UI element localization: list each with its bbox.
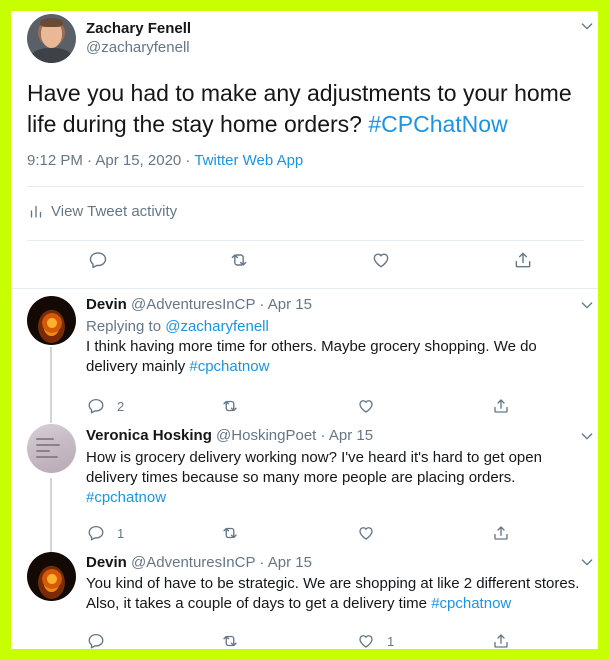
author-name[interactable]: Devin <box>86 296 127 313</box>
hashtag-link[interactable]: #CPChatNow <box>368 111 507 137</box>
like-button[interactable] <box>357 397 387 415</box>
share-icon <box>515 252 531 268</box>
tweet-thread-panel: Zachary Fenell @zacharyfenell Have you h… <box>11 11 598 649</box>
author-name[interactable]: Veronica Hosking <box>86 427 212 444</box>
chevron-down-icon[interactable] <box>579 428 595 444</box>
reply-count: 2 <box>117 398 125 414</box>
separator: · <box>316 427 329 444</box>
reply-tweet[interactable]: Devin @AdventuresInCP · Apr 15 Replying … <box>11 290 598 423</box>
like-icon <box>359 635 373 648</box>
reply-text: You kind of have to be strategic. We are… <box>86 575 580 612</box>
avatar[interactable] <box>27 296 76 345</box>
share-icon <box>494 526 508 540</box>
share-icon <box>494 634 508 648</box>
hashtag-link[interactable]: #cpchatnow <box>431 595 511 612</box>
reply-button[interactable]: 2 <box>87 397 124 415</box>
separator: · <box>255 296 268 313</box>
hashtag-link[interactable]: #cpchatnow <box>189 358 269 375</box>
share-button[interactable] <box>492 397 510 415</box>
retweet-button[interactable] <box>221 632 239 649</box>
like-icon <box>359 400 373 413</box>
reply-button[interactable] <box>87 632 117 649</box>
reply-icon <box>88 525 104 541</box>
divider <box>27 240 584 241</box>
reply-header: Devin @AdventuresInCP · Apr 15 <box>86 296 312 313</box>
reply-header: Devin @AdventuresInCP · Apr 15 <box>86 554 312 571</box>
reply-actions: 2 <box>11 397 598 419</box>
tweet-time[interactable]: 9:12 PM · Apr 15, 2020 · <box>27 152 194 169</box>
share-icon <box>494 399 508 413</box>
reply-button[interactable]: 1 <box>87 524 124 542</box>
replying-to: Replying to @zacharyfenell <box>86 318 269 335</box>
main-tweet: Zachary Fenell @zacharyfenell Have you h… <box>11 11 598 289</box>
tweet-activity-link[interactable]: View Tweet activity <box>27 202 177 220</box>
like-button[interactable]: 1 <box>357 632 394 649</box>
reply-count: 1 <box>117 525 125 541</box>
author-name[interactable]: Devin <box>86 554 127 571</box>
reply-button[interactable] <box>88 250 108 270</box>
chevron-down-icon[interactable] <box>579 18 595 34</box>
bar-chart-icon <box>30 205 42 218</box>
avatar[interactable] <box>27 14 76 63</box>
avatar[interactable] <box>27 552 76 601</box>
reply-header: Veronica Hosking @HoskingPoet · Apr 15 <box>86 427 373 444</box>
share-button[interactable] <box>492 524 510 542</box>
retweet-button[interactable] <box>229 250 249 270</box>
source-app-link[interactable]: Twitter Web App <box>194 152 303 169</box>
reply-time[interactable]: Apr 15 <box>268 554 312 571</box>
divider <box>27 186 584 187</box>
like-icon <box>359 527 373 540</box>
like-count: 1 <box>387 633 395 649</box>
reply-time[interactable]: Apr 15 <box>268 296 312 313</box>
retweet-icon <box>223 635 237 647</box>
hashtag-link[interactable]: #cpchatnow <box>86 489 166 506</box>
mention-link[interactable]: @zacharyfenell <box>165 318 269 335</box>
retweet-button[interactable] <box>221 397 239 415</box>
reply-tweet[interactable]: Devin @AdventuresInCP · Apr 15 You kind … <box>11 549 598 649</box>
like-button[interactable] <box>357 524 387 542</box>
reply-actions: 1 <box>11 524 598 546</box>
like-icon <box>373 253 389 268</box>
chevron-down-icon[interactable] <box>579 554 595 570</box>
reply-time[interactable]: Apr 15 <box>329 427 373 444</box>
author-handle[interactable]: @AdventuresInCP <box>131 296 255 313</box>
reply-text: How is grocery delivery working now? I'v… <box>86 449 542 506</box>
activity-label: View Tweet activity <box>51 202 178 220</box>
separator: · <box>255 554 268 571</box>
author-handle[interactable]: @zacharyfenell <box>86 39 190 56</box>
like-button[interactable] <box>371 250 391 270</box>
reply-tweet[interactable]: Veronica Hosking @HoskingPoet · Apr 15 H… <box>11 421 598 552</box>
retweet-icon <box>223 400 237 412</box>
author-handle[interactable]: @HoskingPoet <box>216 427 316 444</box>
avatar[interactable] <box>27 424 76 473</box>
author-handle[interactable]: @AdventuresInCP <box>131 554 255 571</box>
tweet-timestamp: 9:12 PM · Apr 15, 2020 · Twitter Web App <box>27 152 303 169</box>
chevron-down-icon[interactable] <box>579 297 595 313</box>
retweet-icon <box>231 254 247 266</box>
reply-text: Replying to @zacharyfenell I think havin… <box>86 317 582 377</box>
reply-actions: 1 <box>11 632 598 649</box>
share-button[interactable] <box>513 250 533 270</box>
retweet-button[interactable] <box>221 524 239 542</box>
share-button[interactable] <box>492 632 510 649</box>
tweet-actions <box>11 246 598 276</box>
author-name[interactable]: Zachary Fenell <box>86 20 191 37</box>
tweet-text: Have you had to make any adjustments to … <box>27 80 572 137</box>
reply-icon <box>88 398 104 414</box>
retweet-icon <box>223 527 237 539</box>
reply-icon <box>88 633 104 649</box>
reply-icon <box>89 252 107 269</box>
